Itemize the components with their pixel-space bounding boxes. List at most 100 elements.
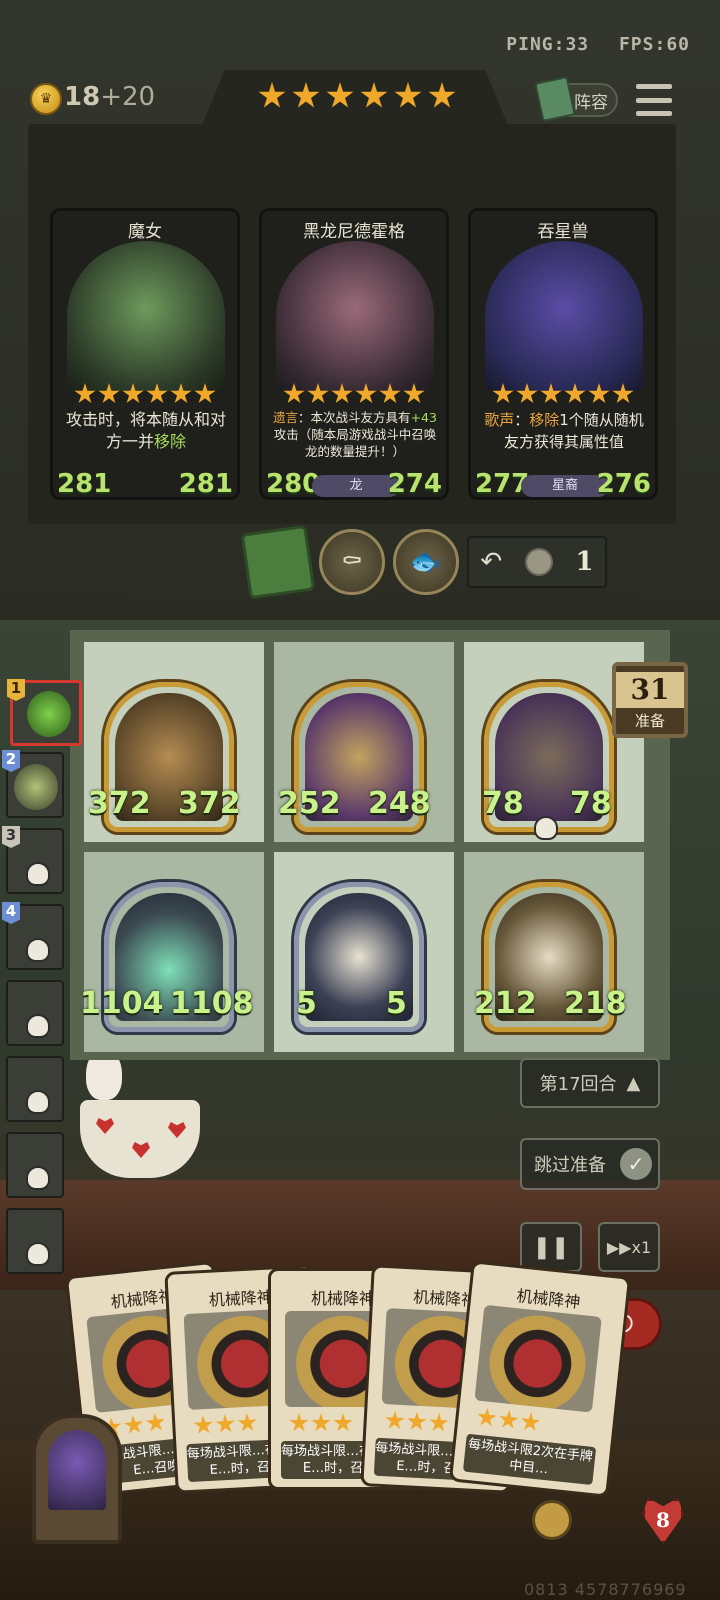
player-slot[interactable] [6, 1132, 64, 1198]
turn-number: 31 [616, 672, 684, 708]
shop-card-black-dragon[interactable]: 黑龙尼德霍格 遗言：本次战斗友方具有+43攻击（随本局游戏战斗中召唤龙的数量提升… [259, 208, 449, 500]
gold-coin-icon: ♛ [30, 83, 62, 115]
hero-portrait[interactable] [32, 1414, 122, 1544]
player-slot[interactable] [6, 980, 64, 1046]
minion-health: 218 [564, 986, 627, 1021]
lineup-book-icon [534, 75, 576, 123]
player-slot[interactable]: 4 [2, 902, 64, 970]
player-slot[interactable] [6, 1056, 64, 1122]
hand-card-text: 每场战斗限2次在手牌中目… [462, 1433, 597, 1486]
shop-card-stars [262, 383, 446, 405]
menu-icon[interactable] [636, 84, 672, 116]
eliminated-skull-icon [26, 1014, 50, 1038]
hand-card-stars [476, 1407, 542, 1434]
coffin-icon[interactable]: ⚰ [319, 529, 385, 595]
player-rank: 1 [7, 679, 25, 701]
tier-star-icon [258, 82, 286, 108]
round-indicator[interactable]: 第17回合 ▲ [520, 1058, 660, 1108]
gold-counter: 18+20 [64, 82, 155, 112]
shop-card-name: 吞星兽 [537, 222, 589, 242]
turn-counter: 31 准备 [612, 662, 688, 738]
tier-star-icon [394, 82, 422, 108]
shop-card-stars [53, 383, 237, 405]
shop-card-health: 281 [178, 469, 233, 499]
player-slot[interactable]: 3 [2, 826, 64, 894]
shop-card-desc: 歌声：移除1个随从随机友方获得其属性值 [484, 411, 644, 451]
shop-card-witch[interactable]: 魔女 攻击时，将本随从和对方一并移除 281 281 [50, 208, 240, 500]
eliminated-skull-icon [26, 1090, 50, 1114]
pause-button[interactable]: ❚❚ [520, 1222, 582, 1272]
tavern-tier-stars [258, 82, 458, 110]
tier-star-icon [428, 82, 456, 108]
player-rank: 3 [2, 826, 20, 848]
shop-card-stars [471, 383, 655, 405]
deathrattle-skull-icon [534, 816, 558, 840]
player-slot[interactable] [6, 1208, 64, 1274]
hand-card[interactable]: 机械降神 每场战斗限2次在手牌中目… [448, 1260, 632, 1498]
hand-card-stars [384, 1410, 449, 1433]
lineup-label: 阵容 [574, 92, 608, 113]
teacup-decor [80, 1100, 200, 1178]
round-label: 第17回合 [539, 1074, 617, 1095]
shop-card-attack: 281 [57, 469, 112, 499]
shop-card-health: 276 [596, 469, 651, 499]
minion-attack: 1104 [80, 986, 164, 1021]
minion-attack: 78 [482, 786, 524, 821]
eliminated-skull-icon [26, 862, 50, 886]
hero-ability-icon[interactable] [532, 1500, 572, 1540]
network-status: PING:33 FPS:60 [488, 34, 690, 55]
coin-icon [524, 548, 553, 576]
minion-health: 372 [178, 786, 241, 821]
player-slot-self[interactable]: 1 [7, 679, 82, 746]
minion-attack: 372 [88, 786, 151, 821]
shop-card-health: 274 [387, 469, 442, 499]
hand-card-stars [289, 1413, 353, 1433]
speed-label: ▶▶x1 [606, 1237, 652, 1257]
tier-star-icon [326, 82, 354, 108]
minion-attack: 212 [474, 986, 537, 1021]
shop-card-star-devourer[interactable]: 吞星兽 歌声：移除1个随从随机友方获得其属性值 277 星裔 276 [468, 208, 658, 500]
spellbook-icon[interactable] [240, 524, 316, 600]
dragon-portrait [276, 241, 434, 391]
chevron-up-icon: ▲ [626, 1072, 641, 1094]
witch-portrait [67, 241, 225, 391]
refresh-cost: 1 [575, 547, 594, 577]
check-icon: ✓ [620, 1148, 652, 1180]
skip-prep-button[interactable]: 跳过准备 ✓ [520, 1138, 660, 1190]
minion-health: 248 [368, 786, 431, 821]
eliminated-skull-icon [26, 1166, 50, 1190]
player-rank: 4 [2, 902, 20, 924]
fps-readout: FPS:60 [618, 34, 690, 55]
player-avatar [14, 764, 58, 810]
minion-health: 5 [386, 986, 407, 1021]
star-devourer-portrait [485, 241, 643, 391]
watermark-code: 0813 4578776969 [524, 1580, 687, 1599]
fish-bottle-icon[interactable]: 🐟 [393, 529, 459, 595]
pause-icon: ❚❚ [532, 1234, 570, 1260]
eliminated-skull-icon [26, 1242, 50, 1266]
lineup-button[interactable]: 阵容 [534, 75, 618, 123]
hand-card-stars [193, 1412, 258, 1435]
hand-card-art [474, 1304, 602, 1413]
tier-star-icon [360, 82, 388, 108]
gold-income: +20 [100, 82, 156, 112]
turn-phase-label: 准备 [634, 712, 665, 730]
shop-card-desc: 攻击时，将本随从和对方一并移除 [65, 410, 226, 451]
shop-card-desc: 遗言：本次战斗友方具有+43攻击（随本局游戏战斗中召唤龙的数量提升！） [273, 410, 437, 459]
hero-health: 8 [656, 1508, 670, 1532]
player-rank: 2 [2, 750, 20, 772]
shop-card-name: 魔女 [128, 222, 162, 242]
speed-button[interactable]: ▶▶x1 [598, 1222, 660, 1272]
skip-prep-label: 跳过准备 [534, 1155, 606, 1176]
minion-attack: 5 [296, 986, 317, 1021]
player-avatar [27, 691, 71, 737]
player-slot[interactable]: 2 [2, 750, 64, 818]
eliminated-skull-icon [26, 938, 50, 962]
minion-attack: 252 [278, 786, 341, 821]
shop-tools: ⚰ 🐟 ↶ 1 [240, 524, 607, 600]
refresh-button[interactable]: ↶ 1 [467, 536, 607, 588]
minion-health: 1108 [170, 986, 254, 1021]
refresh-icon: ↶ [480, 547, 503, 577]
ping-readout: PING:33 [506, 34, 590, 55]
tier-star-icon [292, 82, 320, 108]
